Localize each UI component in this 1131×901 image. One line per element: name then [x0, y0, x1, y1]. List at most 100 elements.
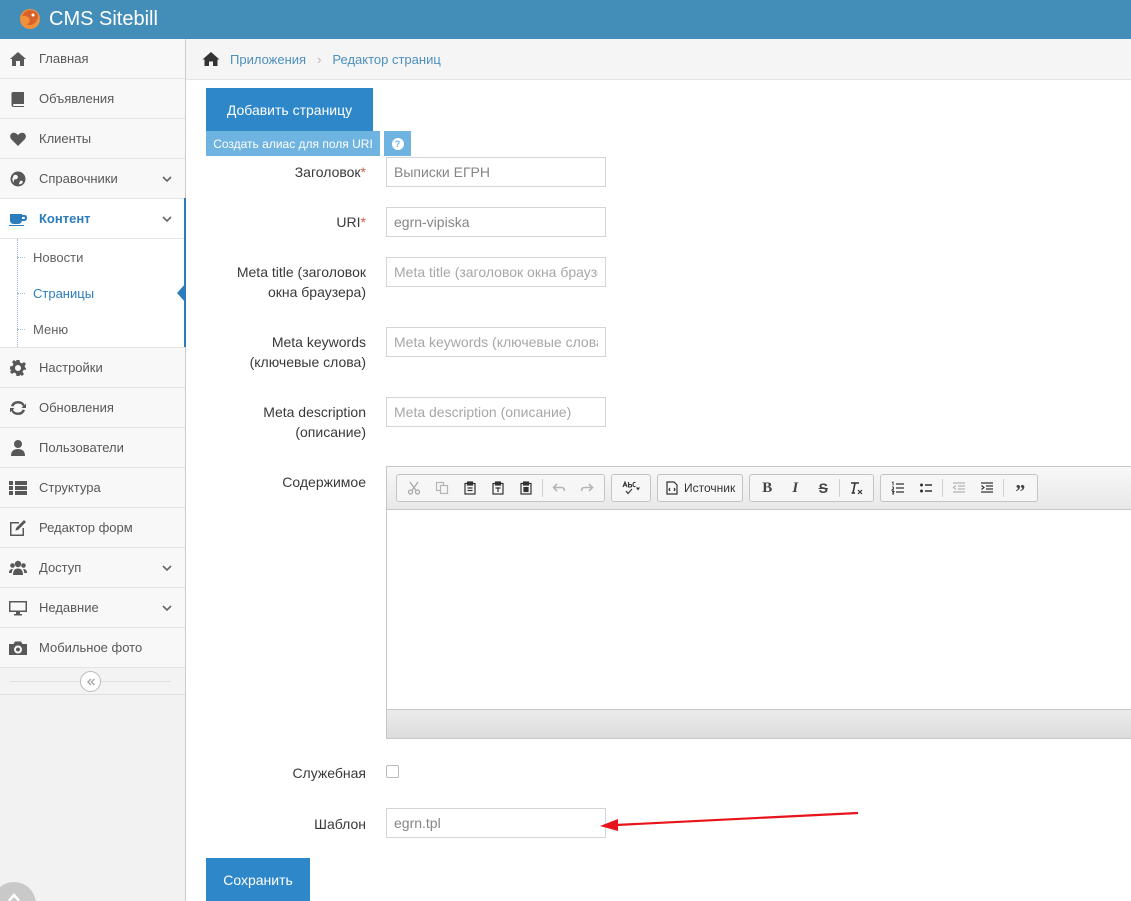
template-label: Шаблон — [314, 816, 366, 832]
save-button[interactable]: Сохранить — [206, 858, 310, 901]
brand[interactable]: CMS Sitebill — [16, 4, 158, 34]
sidebar-item-recent[interactable]: Недавние — [0, 588, 185, 628]
meta-keywords-label: Meta keywords (ключевые слова) — [249, 334, 366, 370]
blockquote-icon[interactable]: ” — [1006, 477, 1034, 503]
italic-icon[interactable]: I — [781, 477, 809, 499]
sidebar-item-home[interactable]: Главная — [0, 39, 185, 79]
desktop-icon — [9, 599, 27, 617]
sidebar-item-users[interactable]: Пользователи — [0, 428, 185, 468]
sidebar-item-clients[interactable]: Клиенты — [0, 119, 185, 159]
editor-toolbar: Источник B I S ” — [387, 467, 1131, 510]
sidebar-item-updates[interactable]: Обновления — [0, 388, 185, 428]
sidebar-item-label: Пользователи — [39, 440, 124, 455]
copy-icon[interactable] — [428, 477, 456, 499]
submenu-item-pages[interactable]: Страницы — [0, 275, 186, 311]
add-page-button[interactable]: Добавить страницу — [206, 88, 373, 131]
sidebar-item-label: Клиенты — [39, 131, 92, 146]
cog-icon — [9, 359, 27, 377]
paste-word-icon[interactable] — [512, 477, 540, 499]
sidebar-item-structure[interactable]: Структура — [0, 468, 185, 508]
breadcrumb-link-page-editor[interactable]: Редактор страниц — [332, 52, 440, 67]
editor-content-area[interactable] — [387, 510, 1131, 710]
numbered-list-icon[interactable] — [884, 477, 912, 499]
sidebar-item-label: Доступ — [39, 560, 82, 575]
submenu-item-news[interactable]: Новости — [0, 239, 185, 275]
submenu-item-menu[interactable]: Меню — [0, 311, 185, 347]
chevron-up-icon — [8, 893, 20, 901]
sidebar-item-settings[interactable]: Настройки — [0, 348, 185, 388]
toolbar-group-basic-styles: B I S — [749, 474, 875, 502]
sidebar-item-label: Недавние — [39, 600, 99, 615]
breadcrumb: Приложения › Редактор страниц — [186, 39, 1131, 80]
template-input[interactable] — [386, 808, 606, 838]
source-icon — [666, 481, 678, 495]
chevron-down-icon — [161, 173, 173, 185]
meta-description-label: Meta description (описание) — [263, 404, 366, 440]
users-icon — [9, 559, 27, 577]
user-icon — [9, 439, 27, 457]
submenu-item-label: Новости — [33, 249, 84, 265]
chevron-down-icon — [161, 213, 173, 225]
breadcrumb-link-applications[interactable]: Приложения — [230, 52, 306, 67]
sidebar-item-label: Настройки — [39, 360, 103, 375]
redo-icon[interactable] — [573, 477, 601, 499]
home-icon — [9, 50, 27, 68]
toolbar-group-clipboard — [396, 474, 605, 502]
sidebar-item-label: Главная — [39, 51, 89, 66]
cut-icon[interactable] — [400, 477, 428, 499]
uri-label: URI* — [336, 214, 366, 230]
refresh-icon — [9, 399, 27, 417]
sidebar-item-label: Справочники — [39, 171, 118, 186]
chevron-down-icon — [161, 602, 173, 614]
annotation-arrow-icon — [600, 811, 859, 831]
sidebar-item-directories[interactable]: Справочники — [0, 159, 185, 199]
title-input[interactable] — [386, 157, 606, 187]
meta-description-input[interactable] — [386, 397, 606, 427]
bold-icon[interactable]: B — [753, 477, 781, 499]
meta-title-input[interactable] — [386, 257, 606, 287]
paste-icon[interactable] — [456, 477, 484, 499]
bulleted-list-icon[interactable] — [912, 477, 940, 499]
sidebar-item-form-editor[interactable]: Редактор форм — [0, 508, 185, 548]
paste-text-icon[interactable] — [484, 477, 512, 499]
undo-icon[interactable] — [545, 477, 573, 499]
strikethrough-icon[interactable]: S — [809, 477, 837, 499]
sidebar: Главная Объявления Клиенты Справочники К… — [0, 39, 186, 901]
submenu-item-label: Меню — [33, 321, 69, 337]
title-label: Заголовок* — [294, 164, 366, 180]
indent-icon[interactable] — [973, 477, 1001, 499]
scroll-top-button[interactable] — [0, 882, 36, 901]
content-submenu: Новости Страницы Меню — [0, 239, 186, 348]
dragon-logo-icon — [20, 9, 40, 29]
double-chevron-left-icon — [86, 677, 95, 686]
sidebar-item-access[interactable]: Доступ — [0, 548, 185, 588]
sidebar-item-label: Контент — [39, 211, 91, 226]
submenu-item-label: Страницы — [33, 285, 95, 301]
outdent-icon[interactable] — [945, 477, 973, 499]
sidebar-item-content[interactable]: Контент — [0, 198, 186, 239]
meta-keywords-input[interactable] — [386, 327, 606, 357]
sidebar-item-mobile-photo[interactable]: Мобильное фото — [0, 628, 185, 668]
collapse-sidebar-button[interactable] — [80, 671, 101, 692]
sidebar-item-ads[interactable]: Объявления — [0, 79, 185, 119]
question-icon: ? — [391, 137, 404, 150]
content-label: Содержимое — [282, 474, 366, 490]
sidebar-item-label: Объявления — [39, 91, 115, 106]
remove-format-icon[interactable] — [842, 477, 870, 499]
meta-title-label: Meta title (заголовок окна браузера) — [236, 264, 366, 300]
create-alias-button[interactable]: Создать алиас для поля URI — [206, 131, 380, 156]
content-editor: Источник B I S ” — [386, 466, 1131, 739]
coffee-icon — [9, 210, 27, 228]
chevron-down-icon — [161, 562, 173, 574]
camera-icon — [9, 639, 27, 657]
active-indicator-icon — [177, 283, 186, 303]
service-checkbox[interactable] — [386, 765, 399, 778]
help-button[interactable]: ? — [384, 131, 411, 156]
home-icon[interactable] — [202, 51, 220, 67]
sidebar-item-label: Редактор форм — [39, 520, 133, 535]
service-label: Служебная — [292, 765, 366, 781]
source-button[interactable]: Источник — [661, 481, 739, 495]
sidebar-item-label: Структура — [39, 480, 101, 495]
spellcheck-icon[interactable] — [615, 477, 647, 499]
uri-input[interactable] — [386, 207, 606, 237]
